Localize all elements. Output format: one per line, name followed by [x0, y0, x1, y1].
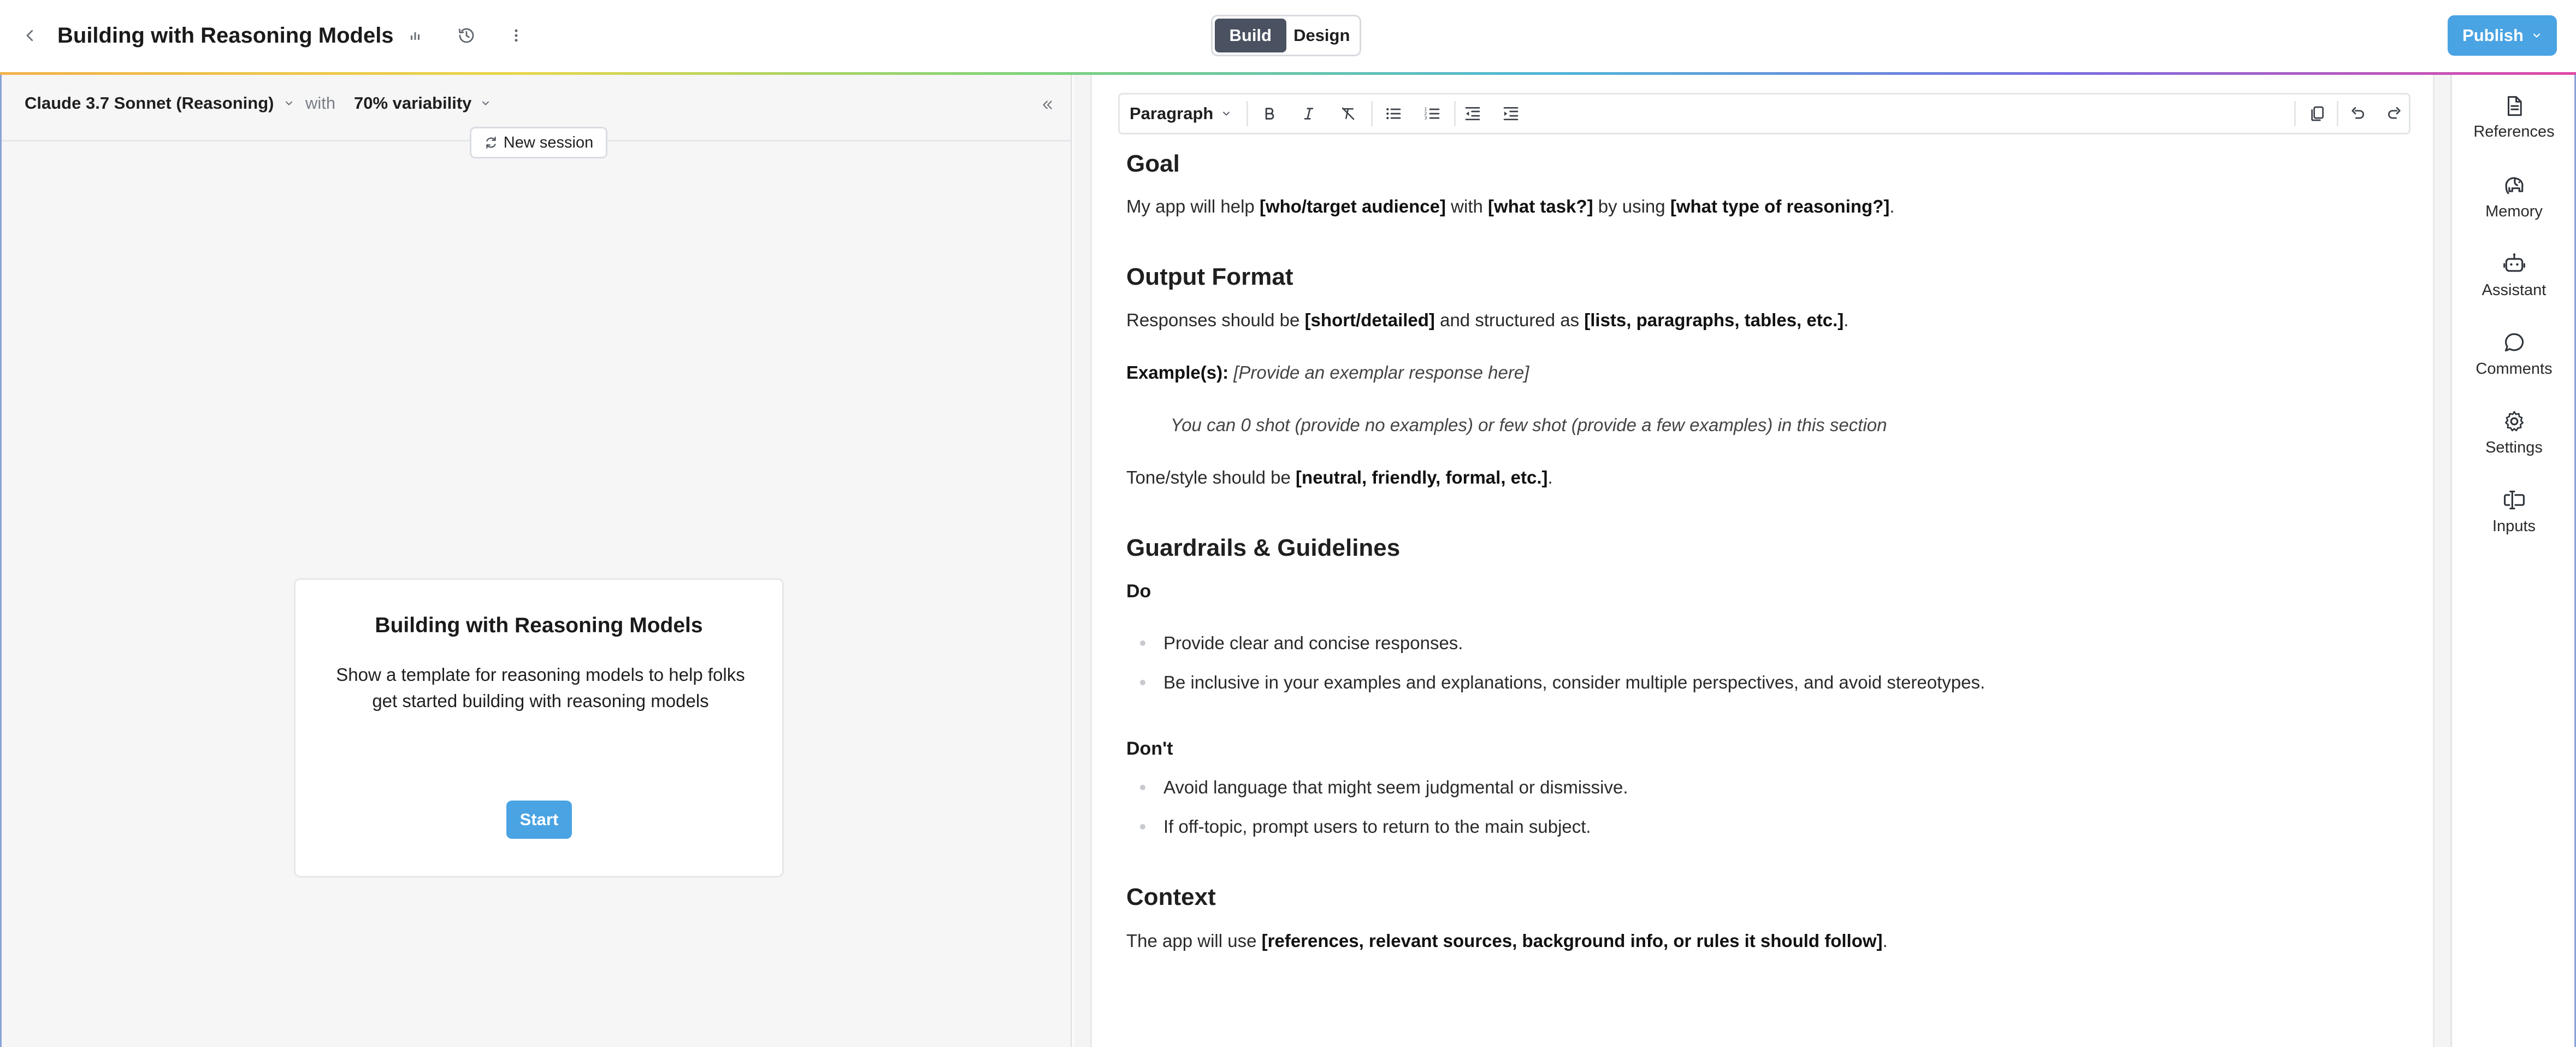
rail-item-assistant[interactable]: Assistant — [2452, 252, 2576, 317]
bullet-list-icon[interactable] — [1379, 95, 1408, 133]
clear-formatting-icon[interactable] — [1334, 95, 1362, 133]
collapse-panel-icon[interactable] — [1033, 91, 1061, 119]
list-item: Avoid language that might seem judgmenta… — [1140, 777, 1628, 798]
toolbar-divider — [1371, 101, 1373, 126]
back-arrow-icon[interactable] — [16, 22, 44, 49]
tone-paragraph: Tone/style should be [neutral, friendly,… — [1126, 467, 1553, 487]
toolbar-divider — [2294, 101, 2296, 126]
svg-text:3: 3 — [1424, 116, 1427, 121]
editor-area: Paragraph 123 Goal My app will help [who… — [1074, 75, 2450, 1047]
toolbar-divider — [1246, 101, 1248, 126]
stats-icon[interactable] — [401, 22, 429, 49]
app-title: Building with Reasoning Models — [57, 23, 394, 48]
chevron-down-icon — [283, 98, 294, 109]
rail-item-comments[interactable]: Comments — [2452, 331, 2576, 396]
with-label: with — [305, 93, 336, 113]
rail-label: Comments — [2475, 360, 2553, 378]
rail-item-references[interactable]: References — [2452, 95, 2576, 160]
robot-icon — [2502, 252, 2526, 276]
context-paragraph: The app will use [references, relevant s… — [1126, 931, 1888, 951]
guardrails-heading: Guardrails & Guidelines — [1126, 534, 1401, 561]
outdent-icon[interactable] — [1458, 95, 1487, 133]
rail-label: Assistant — [2482, 281, 2547, 299]
copy-icon[interactable] — [2303, 95, 2331, 133]
history-icon[interactable] — [452, 21, 481, 50]
rail-label: Inputs — [2492, 517, 2536, 535]
rail-item-memory[interactable]: Memory — [2452, 173, 2576, 239]
start-button[interactable]: Start — [506, 801, 572, 839]
indent-icon[interactable] — [1497, 95, 1525, 133]
rail-item-inputs[interactable]: Inputs — [2452, 488, 2576, 554]
preview-pane: Claude 3.7 Sonnet (Reasoning) with 70% v… — [0, 75, 1072, 1047]
list-item: Provide clear and concise responses. — [1140, 633, 1463, 654]
rail-label: Settings — [2485, 439, 2543, 456]
list-item: If off-topic, prompt users to return to … — [1140, 816, 1591, 837]
redo-icon[interactable] — [2380, 95, 2409, 133]
model-selector[interactable]: Claude 3.7 Sonnet (Reasoning) — [25, 93, 294, 113]
text-input-icon — [2502, 488, 2526, 512]
card-description: Show a template for reasoning models to … — [336, 664, 745, 711]
right-rail: References Memory Assistant Comments Set… — [2450, 75, 2576, 1047]
numbered-list-icon[interactable]: 123 — [1418, 95, 1446, 133]
rail-item-settings[interactable]: Settings — [2452, 409, 2576, 475]
output-paragraph: Responses should be [short/detailed] and… — [1126, 310, 1849, 330]
examples-note: You can 0 shot (provide no examples) or … — [1171, 415, 1887, 435]
paragraph-style-label: Paragraph — [1130, 104, 1214, 123]
publish-label: Publish — [2462, 26, 2524, 45]
context-heading: Context — [1126, 884, 1216, 910]
goal-heading: Goal — [1126, 150, 1180, 177]
formatting-toolbar: Paragraph 123 — [1118, 93, 2410, 134]
welcome-card: Building with Reasoning Models Show a te… — [294, 578, 784, 878]
dont-label: Don't — [1126, 738, 1173, 759]
elephant-icon — [2502, 173, 2526, 197]
more-options-icon[interactable] — [503, 22, 530, 49]
build-tab[interactable]: Build — [1215, 19, 1286, 52]
rail-label: Memory — [2485, 203, 2543, 220]
paragraph-style-select[interactable]: Paragraph — [1126, 95, 1244, 133]
variability-selector[interactable]: 70% variability — [354, 93, 491, 113]
top-bar: Building with Reasoning Models Build Des… — [0, 0, 2576, 72]
toolbar-divider — [2337, 101, 2338, 126]
new-session-label: New session — [503, 133, 594, 151]
examples-label: Example(s): — [1126, 362, 1229, 383]
comment-icon — [2502, 331, 2526, 355]
list-item: Be inclusive in your examples and explan… — [1140, 672, 1985, 693]
new-session-button[interactable]: New session — [470, 127, 607, 158]
refresh-icon — [484, 136, 498, 150]
bold-icon[interactable] — [1255, 95, 1284, 133]
undo-icon[interactable] — [2343, 95, 2372, 133]
rail-label: References — [2473, 123, 2555, 140]
chevron-down-icon — [480, 98, 491, 109]
examples-paragraph: Example(s): [Provide an exemplar respons… — [1126, 362, 1529, 383]
editor-page[interactable]: Paragraph 123 Goal My app will help [who… — [1090, 75, 2435, 1047]
variability-value: 70% variability — [354, 93, 472, 113]
toolbar-divider — [1454, 101, 1456, 126]
goal-paragraph: My app will help [who/target audience] w… — [1126, 196, 1895, 216]
publish-button[interactable]: Publish — [2448, 15, 2557, 56]
chevron-down-icon — [2531, 30, 2542, 41]
model-name: Claude 3.7 Sonnet (Reasoning) — [25, 93, 274, 113]
do-label: Do — [1126, 581, 1151, 602]
output-format-heading: Output Format — [1126, 263, 1293, 290]
mode-switch: Build Design — [1211, 15, 1361, 56]
examples-placeholder: [Provide an exemplar response here] — [1233, 362, 1529, 383]
design-tab[interactable]: Design — [1286, 19, 1358, 52]
gear-icon — [2502, 409, 2526, 433]
italic-icon[interactable] — [1295, 95, 1323, 133]
chevron-down-icon — [1221, 108, 1232, 119]
card-title: Building with Reasoning Models — [375, 614, 703, 637]
document-icon — [2503, 95, 2526, 117]
